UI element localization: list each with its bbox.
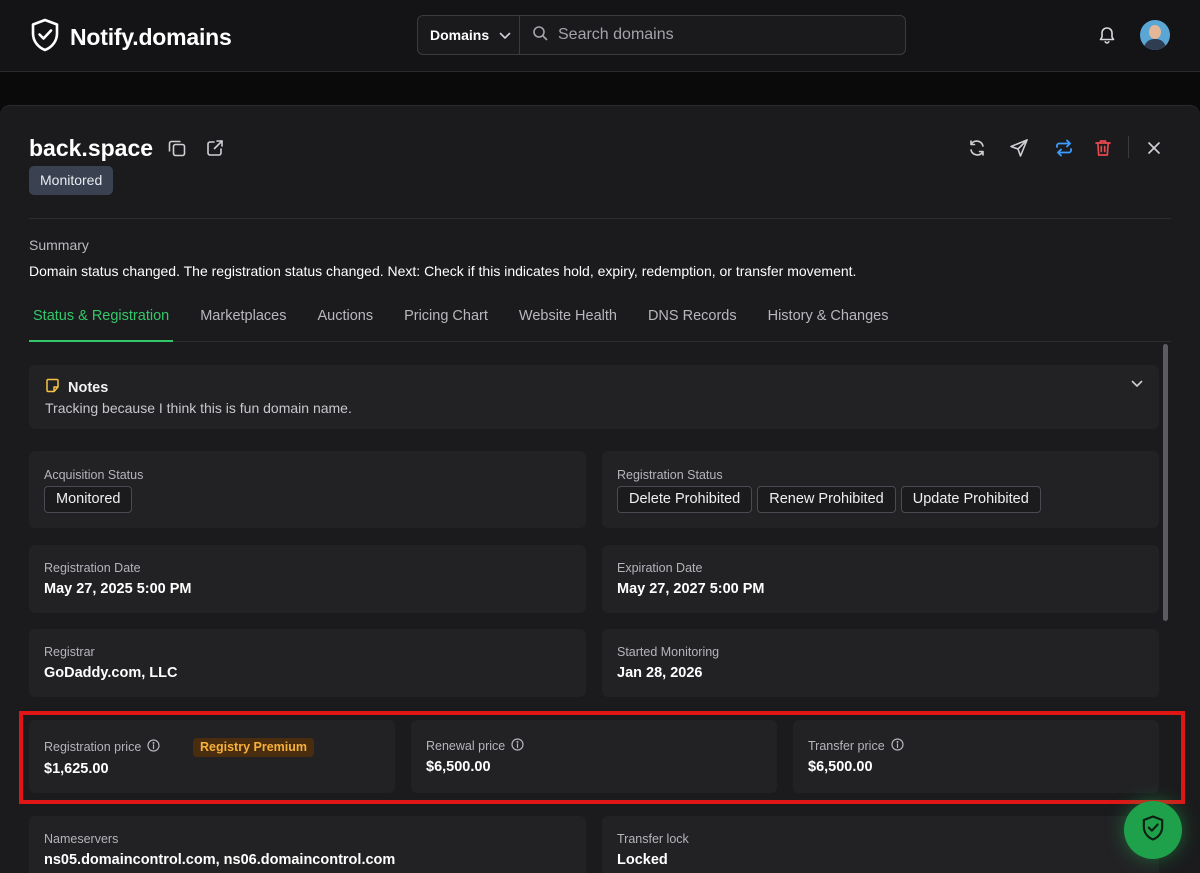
chevron-down-icon (499, 27, 511, 43)
shield-check-icon (30, 18, 60, 57)
tab-status-registration[interactable]: Status & Registration (29, 301, 174, 342)
registration-date-label: Registration Date (44, 561, 141, 575)
avatar-body (1144, 39, 1166, 50)
search-scope-select[interactable]: Domains (418, 16, 520, 54)
status-chip-delete-prohibited: Delete Prohibited (617, 486, 753, 513)
acquisition-status-label: Acquisition Status (44, 468, 144, 482)
transfer-lock-value: Locked (617, 852, 668, 868)
shield-check-icon (1141, 814, 1165, 846)
registration-status-chips: Delete Prohibited Renew Prohibited Update … (617, 486, 1046, 513)
notes-header: Notes (45, 378, 108, 397)
status-chip-renew-prohibited: Renew Prohibited (757, 486, 896, 513)
registration-date-value: May 27, 2025 5:00 PM (44, 581, 192, 597)
trash-icon[interactable] (1092, 137, 1114, 159)
send-icon[interactable] (1008, 137, 1030, 159)
nameservers-card: Nameservers ns05.domaincontrol.com, ns06… (29, 816, 586, 873)
toolbar-divider (1128, 136, 1129, 158)
price-highlight-frame (19, 711, 1185, 804)
expiration-date-label: Expiration Date (617, 561, 703, 575)
brand-name: Notify.domains (70, 24, 232, 50)
search-scope-label: Domains (430, 27, 490, 43)
bell-icon[interactable] (1097, 25, 1117, 50)
transfer-icon[interactable] (1053, 137, 1075, 159)
registration-status-label: Registration Status (617, 468, 723, 482)
registration-status-card: Registration Status Delete Prohibited Ren… (602, 451, 1159, 528)
header-divider (29, 218, 1171, 219)
registrar-value: GoDaddy.com, LLC (44, 665, 178, 681)
status-chip-update-prohibited: Update Prohibited (900, 486, 1041, 513)
nameservers-value: ns05.domaincontrol.com, ns06.domaincontr… (44, 852, 396, 868)
tab-bar: Status & Registration Marketplaces Aucti… (29, 301, 1171, 342)
acquisition-status-chip: Monitored (44, 486, 133, 513)
domain-title: back.space (29, 135, 154, 161)
notes-title: Notes (68, 379, 109, 396)
tab-dns-records[interactable]: DNS Records (644, 301, 741, 342)
nameservers-label: Nameservers (44, 832, 119, 846)
brand[interactable]: Notify.domains (30, 18, 232, 57)
notes-card[interactable]: Notes Tracking because I think this is f… (29, 365, 1159, 429)
tab-website-health[interactable]: Website Health (515, 301, 621, 342)
registrar-card: Registrar GoDaddy.com, LLC (29, 629, 586, 697)
status-badge: Monitored (29, 166, 114, 195)
registrar-label: Registrar (44, 645, 95, 659)
tab-marketplaces[interactable]: Marketplaces (196, 301, 290, 342)
shield-fab-button[interactable] (1124, 801, 1182, 859)
external-link-icon[interactable] (204, 137, 226, 159)
tab-history-changes[interactable]: History & Changes (764, 301, 893, 342)
expiration-date-value: May 27, 2027 5:00 PM (617, 581, 765, 597)
tab-auctions[interactable]: Auctions (313, 301, 377, 342)
started-monitoring-value: Jan 28, 2026 (617, 665, 703, 681)
transfer-lock-card: Transfer lock Locked (602, 816, 1159, 873)
top-bar: Notify.domains Domains (0, 0, 1200, 72)
expiration-date-card: Expiration Date May 27, 2027 5:00 PM (602, 545, 1159, 613)
search-icon (532, 25, 548, 46)
avatar-face (1149, 25, 1161, 39)
started-monitoring-card: Started Monitoring Jan 28, 2026 (602, 629, 1159, 697)
scrollbar[interactable] (1163, 344, 1168, 621)
summary-text: Domain status changed. The registration … (29, 263, 857, 279)
transfer-lock-label: Transfer lock (617, 832, 689, 846)
notes-text: Tracking because I think this is fun dom… (45, 400, 352, 416)
chevron-down-icon[interactable] (1130, 379, 1144, 389)
close-icon[interactable] (1143, 137, 1165, 159)
avatar[interactable] (1140, 20, 1170, 50)
copy-icon[interactable] (166, 137, 188, 159)
tab-pricing-chart[interactable]: Pricing Chart (400, 301, 492, 342)
refresh-icon[interactable] (966, 137, 988, 159)
search-input[interactable] (558, 26, 888, 44)
acquisition-status-chips: Monitored (44, 486, 137, 513)
acquisition-status-card: Acquisition Status Monitored (29, 451, 586, 528)
search-field (520, 16, 905, 54)
note-icon (45, 378, 60, 397)
search-box: Domains (417, 15, 906, 55)
registration-date-card: Registration Date May 27, 2025 5:00 PM (29, 545, 586, 613)
started-monitoring-label: Started Monitoring (617, 645, 720, 659)
summary-label: Summary (29, 237, 89, 253)
